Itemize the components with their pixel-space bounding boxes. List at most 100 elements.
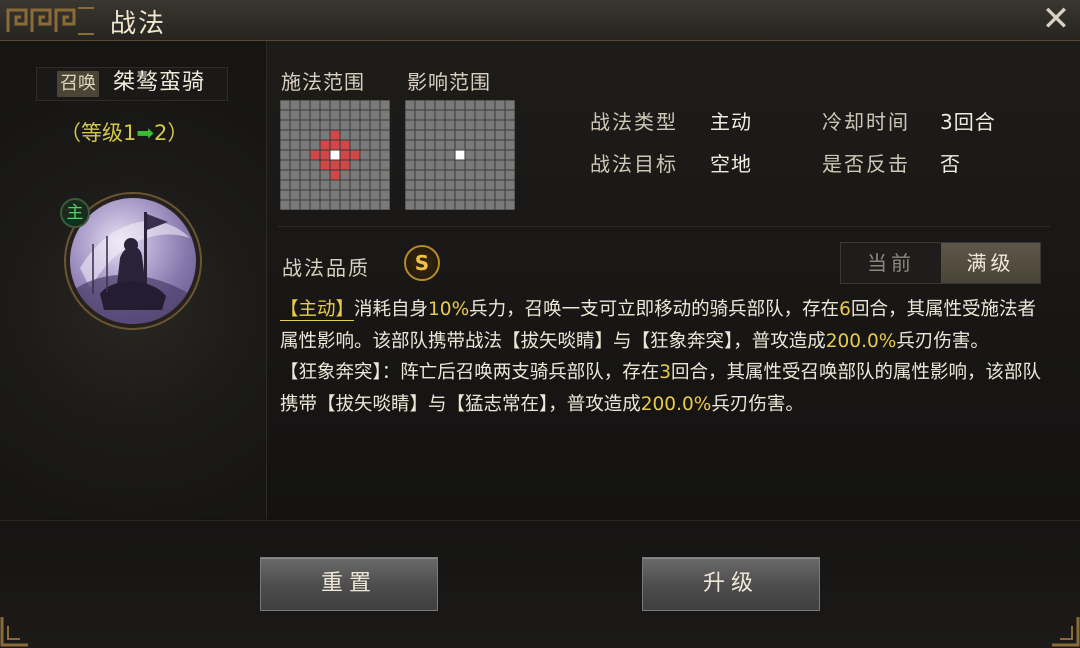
grid-cell <box>280 170 290 180</box>
title-bar: 战法 ✕ <box>0 0 1080 41</box>
description-paragraph-2: 【狂象奔突】：阵亡后召唤两支骑兵部队，存在3回合，其属性受召唤部队的属性影响，该… <box>280 357 1050 420</box>
grid-cell <box>445 180 455 190</box>
grid-cell <box>465 120 475 130</box>
grid-cell <box>475 170 485 180</box>
grid-cell <box>495 150 505 160</box>
active-skill-badge: 主 <box>60 198 90 228</box>
corner-ornament-icon <box>1052 617 1080 647</box>
description-text: 兵刃伤害。 <box>711 393 804 415</box>
grid-cell <box>360 130 370 140</box>
grid-cell <box>505 190 515 200</box>
grid-cell <box>505 150 515 160</box>
close-button[interactable]: ✕ <box>1036 2 1076 38</box>
grid-cell <box>415 150 425 160</box>
grid-cell <box>415 200 425 210</box>
tab-current[interactable]: 当前 <box>841 243 941 283</box>
grid-cell <box>405 190 415 200</box>
grid-cell <box>280 200 290 210</box>
grid-cell <box>360 200 370 210</box>
description-paragraph-1: 【主动】消耗自身10%兵力，召唤一支可立即移动的骑兵部队，存在6回合，其属性受施… <box>280 294 1050 357</box>
grid-cell <box>475 120 485 130</box>
counterattack-value: 否 <box>940 152 961 176</box>
grid-cell <box>320 200 330 210</box>
grid-cell <box>435 190 445 200</box>
grid-cell <box>415 190 425 200</box>
grid-cell <box>310 120 320 130</box>
grid-cell <box>290 100 300 110</box>
description-text: 消耗自身 <box>354 299 429 320</box>
grid-cell <box>405 180 415 190</box>
grid-cell <box>425 170 435 180</box>
grid-cell <box>290 150 300 160</box>
grid-cell <box>300 130 310 140</box>
grid-cell <box>435 170 445 180</box>
grid-cell <box>495 170 505 180</box>
grid-cell <box>505 110 515 120</box>
grid-cell <box>445 120 455 130</box>
grid-cell <box>495 200 505 210</box>
skill-name-box: 召唤 桀骜蛮骑 <box>36 67 228 101</box>
grid-cell <box>415 120 425 130</box>
grid-cell <box>455 200 465 210</box>
grid-cell <box>310 130 320 140</box>
tab-max-level[interactable]: 满级 <box>941 243 1040 283</box>
grid-cell <box>320 100 330 110</box>
grid-cell <box>340 110 350 120</box>
skill-target-value: 空地 <box>710 152 752 176</box>
grid-cell <box>330 110 340 120</box>
grid-cell <box>280 100 290 110</box>
grid-cell <box>505 120 515 130</box>
quality-label: 战法品质 <box>282 256 370 280</box>
window-title: 战法 <box>110 9 167 39</box>
grid-cell <box>505 160 515 170</box>
grid-cell <box>475 140 485 150</box>
grid-cell <box>320 170 330 180</box>
grid-cell <box>485 180 495 190</box>
grid-cell <box>340 200 350 210</box>
grid-cell <box>290 110 300 120</box>
grid-cell <box>330 160 340 170</box>
damage-value: 200.0% <box>825 330 897 352</box>
grid-cell <box>310 160 320 170</box>
grid-cell <box>370 140 380 150</box>
grid-cell <box>370 150 380 160</box>
grid-cell <box>380 150 390 160</box>
grid-cell <box>425 200 435 210</box>
grid-cell <box>360 110 370 120</box>
section-divider <box>278 226 1050 227</box>
grid-cell <box>280 120 290 130</box>
grid-cell <box>505 180 515 190</box>
grid-cell <box>280 150 290 160</box>
grid-cell <box>280 160 290 170</box>
grid-cell <box>435 110 445 120</box>
grid-cell <box>340 170 350 180</box>
grid-cell <box>435 130 445 140</box>
grid-cell <box>475 100 485 110</box>
grid-cell <box>280 140 290 150</box>
damage-value: 200.0% <box>640 393 712 415</box>
grid-cell <box>475 190 485 200</box>
grid-cell <box>300 190 310 200</box>
grid-cell <box>495 100 505 110</box>
skill-description: 【主动】消耗自身10%兵力，召唤一支可立即移动的骑兵部队，存在6回合，其属性受施… <box>280 294 1050 420</box>
grid-cell <box>370 200 380 210</box>
grid-cell <box>455 110 465 120</box>
grid-cell <box>360 140 370 150</box>
grid-cell <box>380 180 390 190</box>
grid-cell <box>455 160 465 170</box>
grid-cell <box>330 130 340 140</box>
grid-cell <box>330 170 340 180</box>
grid-cell <box>405 200 415 210</box>
grid-cell <box>495 130 505 140</box>
grid-cell <box>380 130 390 140</box>
grid-cell <box>485 190 495 200</box>
grid-cell <box>340 160 350 170</box>
grid-cell <box>455 100 465 110</box>
grid-cell <box>425 100 435 110</box>
grid-cell <box>340 150 350 160</box>
grid-cell <box>300 100 310 110</box>
grid-cell <box>310 100 320 110</box>
grid-cell <box>485 150 495 160</box>
upgrade-button[interactable]: 升级 <box>642 557 820 611</box>
reset-button[interactable]: 重置 <box>260 557 438 611</box>
